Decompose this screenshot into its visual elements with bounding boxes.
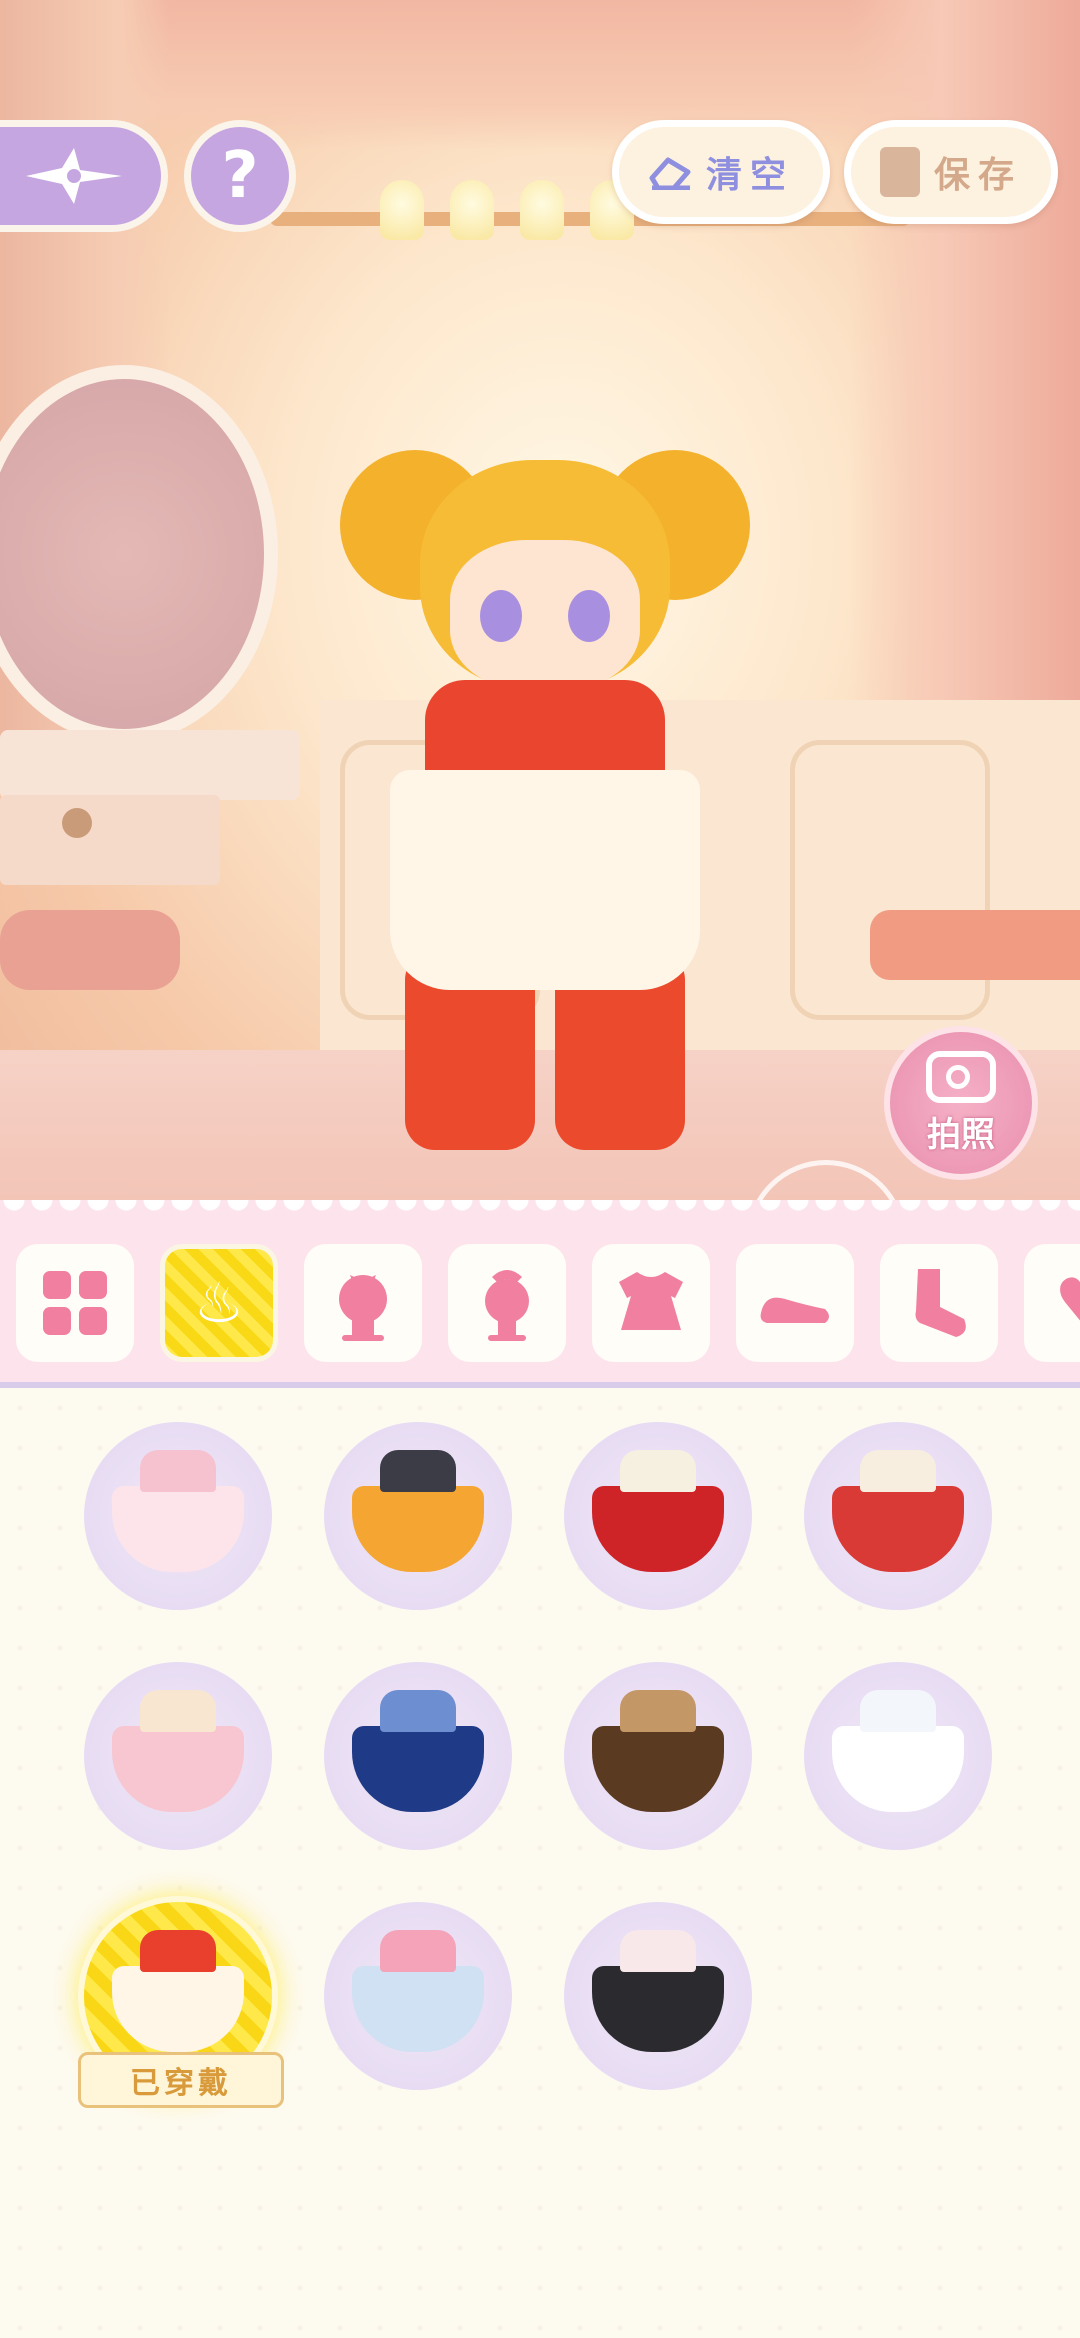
outfit-top	[380, 1690, 456, 1732]
light-bulb	[380, 180, 424, 240]
outfit-thumbnail	[826, 1690, 970, 1822]
outfit-skirt	[112, 1726, 244, 1812]
outfit-top	[860, 1450, 936, 1492]
outfit-thumbnail	[346, 1690, 490, 1822]
outfit-top	[860, 1690, 936, 1732]
right-eye	[568, 590, 610, 642]
clear-label: 清空	[705, 155, 794, 196]
outfit-skirt	[592, 1486, 724, 1572]
outfit-thumbnail	[586, 1930, 730, 2062]
tab-shoes[interactable]	[736, 1244, 854, 1362]
tab-headwear[interactable]	[448, 1244, 566, 1362]
hair-bow-icon	[339, 1275, 387, 1341]
outfit-skirt	[592, 1966, 724, 2052]
character-face	[450, 540, 640, 690]
side-table	[870, 910, 1080, 980]
accessory-icon: ♥	[1054, 1271, 1080, 1335]
category-tab-bar: ♨ ♥	[0, 1200, 1080, 1388]
outfit-item[interactable]	[324, 1902, 512, 2090]
tab-accessory[interactable]: ♥	[1024, 1244, 1080, 1362]
tab-hair-accessory[interactable]	[304, 1244, 422, 1362]
tab-all[interactable]	[16, 1244, 134, 1362]
outfit-item[interactable]	[564, 1902, 752, 2090]
outfit-top	[620, 1930, 696, 1972]
sock-icon	[915, 1269, 966, 1337]
character-avatar[interactable]	[330, 400, 760, 1200]
eraser-icon	[649, 157, 691, 190]
outfit-thumbnail	[586, 1450, 730, 1582]
outfit-top	[620, 1690, 696, 1732]
outfit-skirt	[352, 1726, 484, 1812]
light-bulb	[520, 180, 564, 240]
outfit-thumbnail	[106, 1450, 250, 1582]
stool	[0, 910, 180, 990]
vanity-drawer	[0, 795, 220, 885]
worn-badge: 已穿戴	[78, 2052, 284, 2108]
outfit-item[interactable]	[84, 1662, 272, 1850]
drawer-knob	[62, 808, 92, 838]
outfit-item[interactable]	[804, 1662, 992, 1850]
dress-icon	[619, 1272, 683, 1330]
photo-label: 拍照	[927, 1114, 995, 1155]
outfit-thumbnail	[106, 1930, 250, 2062]
outfit-item[interactable]	[324, 1662, 512, 1850]
tab-socks[interactable]	[880, 1244, 998, 1362]
outfit-skirt	[112, 1486, 244, 1572]
outfit-grid: 已穿戴	[0, 1388, 1080, 2338]
outfit-skirt	[832, 1726, 964, 1812]
outfit-top	[620, 1450, 696, 1492]
outfit-skirt	[592, 1726, 724, 1812]
outfit-skirt	[352, 1966, 484, 2052]
vanity-table	[0, 730, 300, 800]
help-button[interactable]: ?	[184, 120, 296, 232]
clear-button[interactable]: 清空	[612, 120, 830, 224]
back-button[interactable]	[0, 120, 168, 232]
white-apron	[390, 770, 700, 990]
outfit-hanger-icon: ♨	[193, 1270, 245, 1336]
outfit-top	[380, 1930, 456, 1972]
save-label: 保存	[933, 155, 1022, 196]
outfit-item[interactable]	[324, 1422, 512, 1610]
save-document-icon	[879, 147, 920, 197]
help-icon: ?	[221, 139, 259, 213]
headwear-icon	[485, 1270, 529, 1341]
outfit-top	[140, 1690, 216, 1732]
camera-icon	[926, 1050, 996, 1103]
outfit-skirt	[352, 1486, 484, 1572]
outfit-item[interactable]	[564, 1422, 752, 1610]
outfit-thumbnail	[346, 1450, 490, 1582]
outfit-top	[380, 1450, 456, 1492]
outfit-thumbnail	[586, 1690, 730, 1822]
outfit-skirt	[112, 1966, 244, 2052]
left-eye	[480, 590, 522, 642]
all-grid-icon	[43, 1271, 107, 1335]
tab-outfit[interactable]: ♨	[160, 1244, 278, 1362]
tab-dress[interactable]	[592, 1244, 710, 1362]
outfit-top	[140, 1930, 216, 1972]
outfit-item[interactable]	[804, 1422, 992, 1610]
outfit-thumbnail	[106, 1690, 250, 1822]
outfit-item[interactable]	[564, 1662, 752, 1850]
vanity-mirror	[0, 365, 278, 743]
save-button[interactable]: 保存	[844, 120, 1058, 224]
outfit-top	[140, 1450, 216, 1492]
outfit-thumbnail	[826, 1450, 970, 1582]
photo-button[interactable]: 拍照	[884, 1026, 1038, 1180]
outfit-item[interactable]	[84, 1422, 272, 1610]
compass-star-icon	[26, 148, 122, 204]
outfit-item-worn[interactable]: 已穿戴	[78, 1902, 284, 2108]
light-bulb	[450, 180, 494, 240]
shoe-icon	[760, 1297, 829, 1323]
outfit-skirt	[832, 1486, 964, 1572]
outfit-thumbnail	[346, 1930, 490, 2062]
